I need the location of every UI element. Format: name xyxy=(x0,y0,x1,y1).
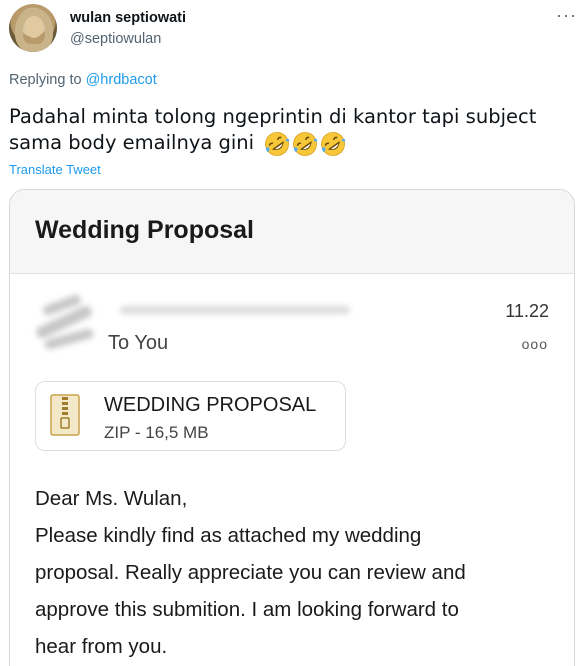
email-body-line: hear from you. xyxy=(35,635,168,658)
email-recipient: To You xyxy=(108,332,169,354)
attachment-name: WEDDING PROPOSAL xyxy=(104,394,317,416)
email-subject-bar: Wedding Proposal xyxy=(10,190,574,274)
redaction-mark xyxy=(120,306,350,314)
email-time: 11.22 xyxy=(505,301,549,321)
replying-to: Replying to @hrdbacot xyxy=(9,72,157,88)
more-options-icon[interactable]: ··· xyxy=(556,5,577,26)
avatar[interactable] xyxy=(9,4,57,52)
avatar-face xyxy=(25,16,43,38)
author-name[interactable]: wulan septiowati xyxy=(70,10,186,26)
attachment-size: ZIP - 16,5 MB xyxy=(104,423,209,442)
replying-to-link[interactable]: @hrdbacot xyxy=(86,72,157,88)
email-subject: Wedding Proposal xyxy=(35,216,254,244)
rolling-laughing-emoji-icon xyxy=(265,131,290,156)
email-body-line: Dear Ms. Wulan, xyxy=(35,487,188,510)
email-body: Dear Ms. Wulan, Please kindly find as at… xyxy=(35,480,555,665)
rolling-laughing-emoji-icon xyxy=(293,131,318,156)
translate-tweet-link[interactable]: Translate Tweet xyxy=(9,162,101,177)
sender-redacted xyxy=(34,293,354,354)
tweet-media-email-screenshot[interactable]: Wedding Proposal To You 11.22 ooo WEDDIN… xyxy=(9,189,575,666)
emoji-row xyxy=(264,131,346,157)
replying-to-prefix: Replying to xyxy=(9,72,86,88)
email-body-line: Please kindly find as attached my weddin… xyxy=(35,524,422,547)
email-attachment[interactable]: WEDDING PROPOSAL ZIP - 16,5 MB xyxy=(35,381,346,451)
email-more-icon[interactable]: ooo xyxy=(522,336,548,352)
email-body-line: proposal. Really appreciate you can revi… xyxy=(35,561,466,584)
tweet-text: Padahal minta tolong ngeprintin di kanto… xyxy=(9,104,569,157)
email-body-line: approve this submition. I am looking for… xyxy=(35,598,459,621)
zip-file-icon xyxy=(50,394,80,436)
tweet: wulan septiowati @septiowulan ··· Replyi… xyxy=(0,0,583,666)
author-handle[interactable]: @septiowulan xyxy=(70,31,161,47)
rolling-laughing-emoji-icon xyxy=(321,131,346,156)
